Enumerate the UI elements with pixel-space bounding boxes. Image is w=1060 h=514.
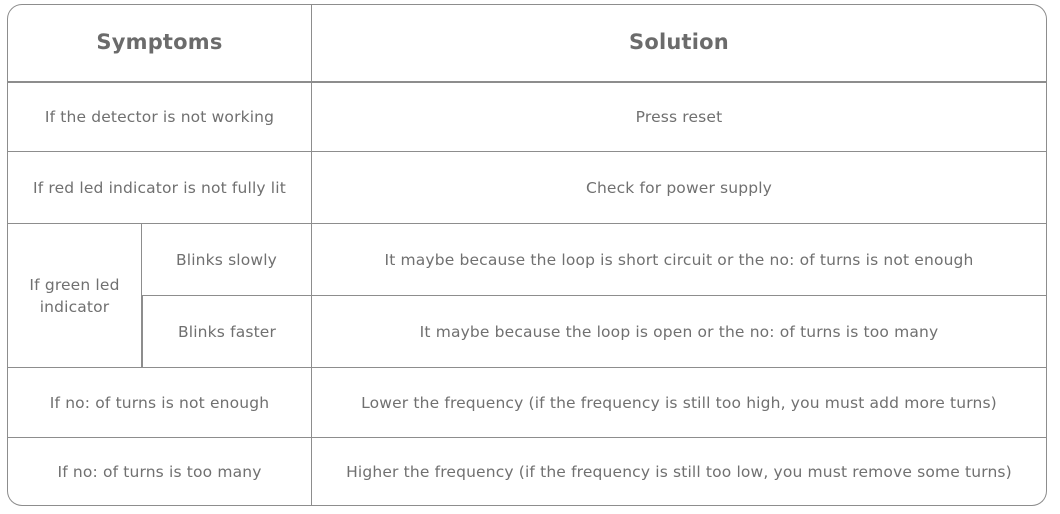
symptom-cell: If red led indicator is not fully lit: [7, 152, 312, 224]
symptom-text: If green led indicator: [29, 275, 120, 316]
solution-cell: It maybe because the loop is short circu…: [312, 224, 1047, 296]
solution-cell: Higher the frequency (if the frequency i…: [312, 438, 1047, 506]
table-row: If red led indicator is not fully lit Ch…: [7, 152, 1047, 224]
column-header-solution-label: Solution: [629, 30, 729, 55]
symptom-text: If the detector is not working: [44, 108, 275, 126]
symptom-cell-green-led: If green led indicator: [7, 224, 142, 368]
solution-text: It maybe because the loop is open or the…: [419, 322, 939, 341]
symptom-text: If red led indicator is not fully lit: [33, 178, 286, 197]
solution-text: Check for power supply: [585, 178, 773, 197]
table-row: If green led indicator Blinks slowly It …: [7, 224, 1047, 368]
table-row: If no: of turns is not enough Lower the …: [7, 368, 1047, 438]
sub-symptom-cell: Blinks faster: [142, 296, 312, 368]
solution-text: It maybe because the loop is short circu…: [384, 250, 974, 269]
troubleshooting-table: Symptoms Solution If the detector is not…: [7, 4, 1047, 506]
solution-cell: Check for power supply: [312, 152, 1047, 224]
symptom-text: If no: of turns is too many: [57, 462, 262, 481]
solution-text: Press reset: [635, 108, 723, 126]
troubleshooting-sheet: Symptoms Solution If the detector is not…: [0, 0, 1060, 514]
table-row: If the detector is not working Press res…: [7, 82, 1047, 152]
symptom-cell: If the detector is not working: [7, 82, 312, 152]
sub-symptom-text: Blinks faster: [177, 322, 276, 341]
solution-text: Lower the frequency (if the frequency is…: [361, 393, 997, 412]
solution-cell: Press reset: [312, 82, 1047, 152]
symptom-cell: If no: of turns is not enough: [7, 368, 312, 438]
column-header-symptoms-label: Symptoms: [96, 30, 223, 55]
sub-symptom-text: Blinks slowly: [175, 250, 278, 269]
symptom-text: If no: of turns is not enough: [49, 393, 270, 412]
column-header-symptoms: Symptoms: [7, 4, 312, 82]
solution-cell: Lower the frequency (if the frequency is…: [312, 368, 1047, 438]
table-row: If no: of turns is too many Higher the f…: [7, 438, 1047, 506]
symptom-cell: If no: of turns is too many: [7, 438, 312, 506]
table-row: Blinks faster It maybe because the loop …: [7, 296, 1047, 368]
table-header-row: Symptoms Solution: [7, 4, 1047, 82]
solution-cell: It maybe because the loop is open or the…: [312, 296, 1047, 368]
sub-symptom-cell: Blinks slowly: [142, 224, 312, 296]
column-header-solution: Solution: [312, 4, 1047, 82]
solution-text: Higher the frequency (if the frequency i…: [346, 462, 1012, 481]
